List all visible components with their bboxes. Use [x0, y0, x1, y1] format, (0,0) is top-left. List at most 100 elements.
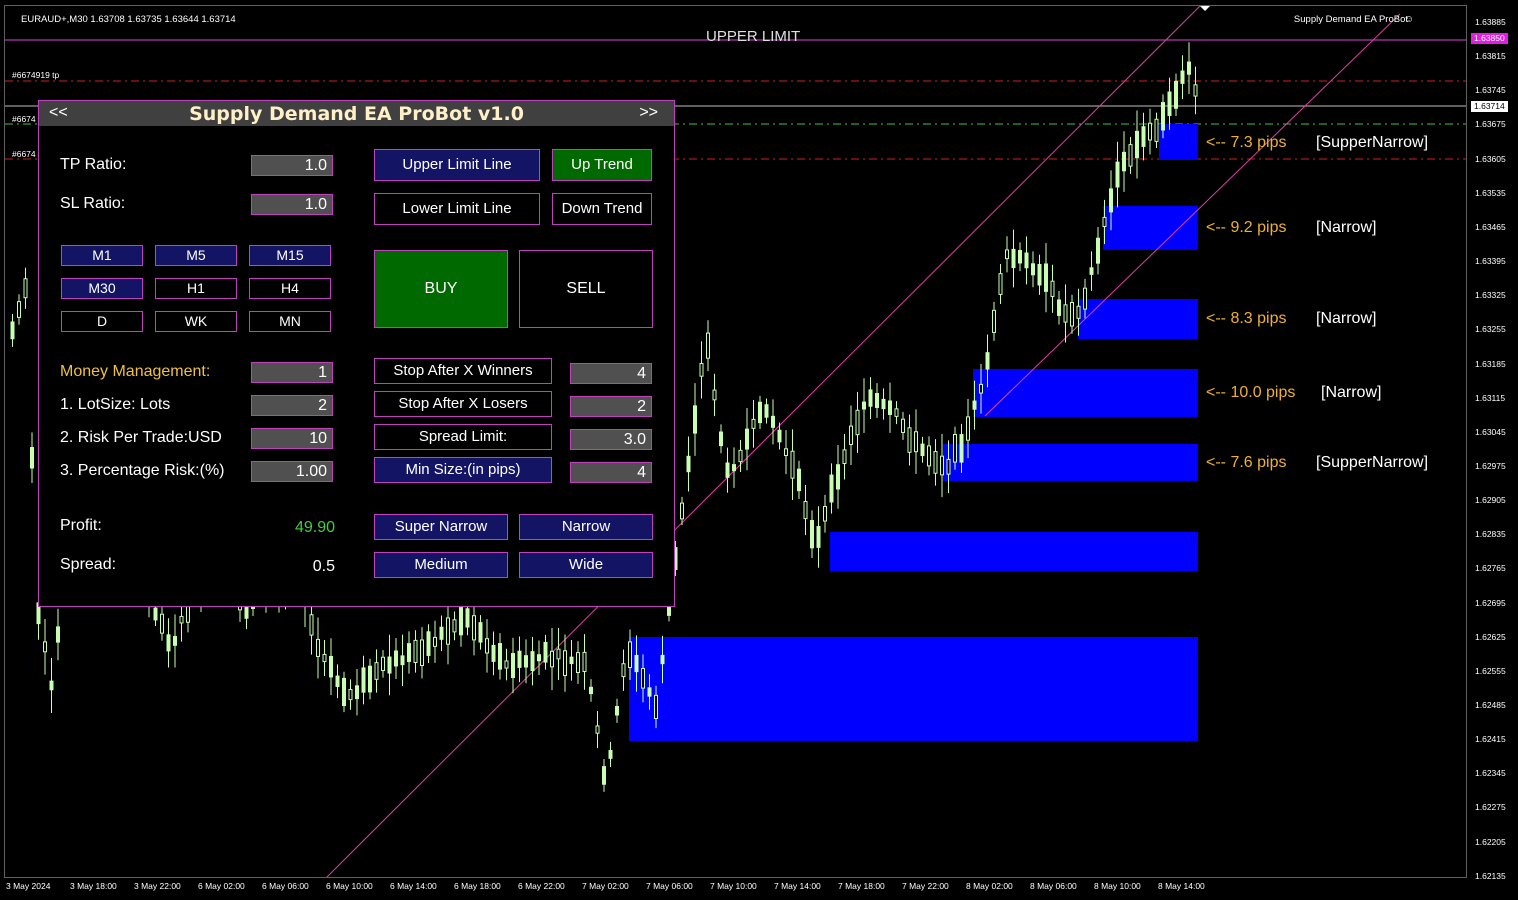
candle-body [1018, 250, 1022, 264]
candle-body [927, 445, 931, 467]
stop-after-winners-field[interactable]: 4 [570, 363, 652, 384]
candle-body [608, 750, 613, 759]
time-tick: 6 May 14:00 [390, 881, 437, 891]
channel-lower-line [984, 13, 1401, 417]
candle-body [17, 301, 21, 318]
time-tick: 8 May 02:00 [966, 881, 1013, 891]
candle-body [569, 656, 574, 665]
lotsize-field[interactable]: 2 [251, 395, 333, 416]
candle-body [1187, 61, 1191, 75]
percentage-risk-field[interactable]: 1.00 [251, 461, 333, 482]
sell-button[interactable]: SELL [519, 250, 653, 328]
down-trend-button[interactable]: Down Trend [552, 193, 652, 225]
candle-body [797, 468, 801, 492]
candle-body [719, 431, 723, 447]
zone-4 [973, 369, 1198, 417]
zone-type-label: [Narrow] [1321, 384, 1382, 401]
candle-body [816, 526, 821, 548]
spread-limit-button[interactable]: Spread Limit: [374, 424, 552, 450]
super-narrow-button[interactable]: Super Narrow [374, 514, 508, 540]
candle-body [901, 418, 905, 433]
candle-body [829, 474, 834, 503]
candle-body [959, 434, 964, 463]
candle-body [842, 449, 847, 465]
candle-body [582, 651, 587, 672]
sl-ratio-field[interactable]: 1.0 [251, 194, 333, 215]
candle-body [628, 641, 632, 669]
price-tick: 1.63885 [1475, 17, 1506, 27]
candle-body [595, 725, 600, 734]
candle-body [985, 352, 990, 370]
candle-body [686, 455, 691, 473]
tp-ratio-field[interactable]: 1.0 [251, 155, 333, 176]
upper-limit-line-button[interactable]: Upper Limit Line [374, 149, 540, 181]
candle-body [953, 434, 957, 463]
zone-pips-label: <-- 7.6 pips [1206, 454, 1287, 471]
money-management-field[interactable]: 1 [251, 362, 333, 383]
candle-body [504, 660, 509, 669]
candle-body [602, 766, 606, 785]
candle-body [1148, 122, 1152, 141]
stop-after-winners-button[interactable]: Stop After X Winners [374, 358, 552, 384]
candle-body [1161, 102, 1165, 131]
candle-body [1037, 264, 1042, 286]
candle-body [660, 654, 665, 665]
candle-body [472, 615, 476, 641]
next-page-button[interactable]: >> [639, 104, 658, 122]
tf-mn-button[interactable]: MN [249, 311, 331, 332]
candle-body [511, 653, 515, 678]
spread-limit-field[interactable]: 3.0 [570, 429, 652, 450]
wide-button[interactable]: Wide [519, 552, 653, 578]
candle-body [920, 443, 925, 457]
tp-ratio-label: TP Ratio: [60, 156, 127, 173]
price-tick: 1.62415 [1475, 734, 1506, 745]
price-tick: 1.63675 [1475, 119, 1506, 130]
min-size-field[interactable]: 4 [570, 462, 652, 483]
candle-body [1167, 91, 1172, 116]
tf-m1-button[interactable]: M1 [61, 245, 143, 266]
price-badge: 1.63714 [1471, 101, 1508, 112]
candle-body [1070, 302, 1074, 327]
candle-body [992, 309, 996, 333]
zone-type-label: [Narrow] [1316, 310, 1377, 327]
time-axis[interactable]: 3 May 2024 3 May 18:00 3 May 22:00 6 May 02… [4, 878, 1467, 900]
candle-body [543, 641, 548, 663]
stop-after-losers-field[interactable]: 2 [570, 396, 652, 417]
price-tick: 1.62205 [1475, 836, 1506, 847]
candle-body [394, 650, 398, 667]
buy-button[interactable]: BUY [374, 250, 508, 328]
up-trend-button[interactable]: Up Trend [552, 149, 652, 181]
tf-d-button[interactable]: D [61, 311, 143, 332]
tf-m5-button[interactable]: M5 [155, 245, 237, 266]
narrow-button[interactable]: Narrow [519, 514, 653, 540]
tf-m30-button[interactable]: M30 [61, 278, 143, 299]
price-tick: 1.62765 [1475, 563, 1506, 574]
price-tick: 1.63185 [1475, 358, 1506, 369]
time-tick: 7 May 14:00 [774, 881, 821, 891]
risk-per-trade-field[interactable]: 10 [251, 428, 333, 449]
min-size-button[interactable]: Min Size:(in pips) [374, 457, 552, 483]
tf-wk-button[interactable]: WK [155, 311, 237, 332]
candle-body [173, 636, 177, 646]
tf-h1-button[interactable]: H1 [155, 278, 237, 299]
candle-body [966, 416, 970, 441]
price-tick: 1.63045 [1475, 426, 1506, 437]
lower-limit-line-button[interactable]: Lower Limit Line [374, 193, 540, 225]
candle-body [1154, 118, 1159, 142]
price-tick: 1.62625 [1475, 631, 1506, 642]
candle-body [1135, 130, 1139, 159]
medium-button[interactable]: Medium [374, 552, 508, 578]
candle-body [1180, 70, 1185, 84]
tf-h4-button[interactable]: H4 [249, 278, 331, 299]
stop-after-losers-button[interactable]: Stop After X Losers [374, 391, 552, 417]
price-tick: 1.62975 [1475, 460, 1506, 471]
price-tick: 1.63325 [1475, 290, 1506, 301]
time-tick: 7 May 22:00 [902, 881, 949, 891]
panel-title-bar[interactable]: << Supply Demand EA ProBot v1.0 >> [39, 101, 674, 126]
price-axis[interactable]: 1.63885 1.63815 1.63745 1.63675 1.63605 1.635… [1467, 5, 1518, 881]
price-tick: 1.62695 [1475, 597, 1506, 608]
order-label-entry: #6674 [12, 114, 36, 124]
tf-m15-button[interactable]: M15 [249, 245, 331, 266]
chart-header: EURAUD+,M30 1.63708 1.63735 1.63644 1.63… [21, 14, 236, 25]
candle-body [1044, 263, 1048, 292]
